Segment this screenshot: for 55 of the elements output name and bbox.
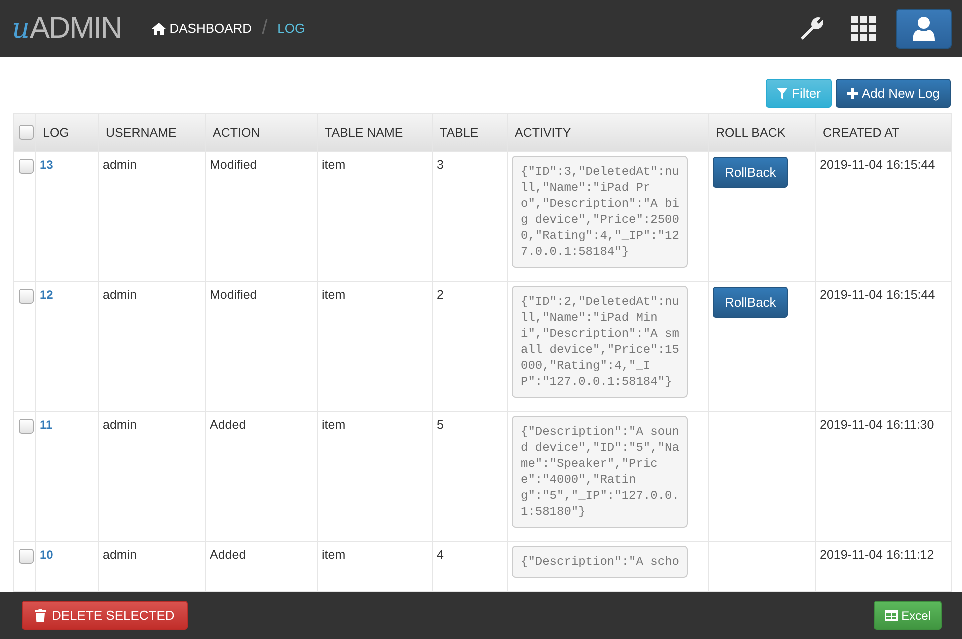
table-cell: 3 — [432, 152, 508, 282]
table-cell: item — [318, 282, 432, 412]
log-id-link[interactable]: 11 — [40, 418, 53, 432]
table-cell: 2019-11-04 16:15:44 — [816, 282, 952, 412]
activity-json: {"ID":3,"DeletedAt":null,"Name":"iPad Pro","Description":"A big device","Price":25000,"Rating":4,"_IP":"127.0.0.1:58184"} — [512, 156, 688, 268]
select-all-checkbox[interactable] — [19, 125, 34, 140]
breadcrumb-link[interactable]: LOG — [278, 21, 306, 36]
table-cell: item — [318, 412, 432, 542]
trash-icon — [35, 609, 46, 622]
column-header: CREATED AT — [816, 114, 952, 152]
row-checkbox[interactable] — [19, 549, 34, 564]
table-cell: admin — [98, 152, 206, 282]
table-cell: 2019-11-04 16:15:44 — [816, 152, 952, 282]
logo-mark: u — [12, 12, 30, 44]
table-cell: admin — [98, 412, 206, 542]
row-checkbox[interactable] — [19, 419, 34, 434]
table-icon — [884, 610, 898, 621]
log-id-link[interactable]: 12 — [40, 288, 54, 302]
rollback-button[interactable]: RollBack — [713, 157, 788, 188]
table-cell: item — [318, 152, 432, 282]
activity-json: {"ID":2,"DeletedAt":null,"Name":"iPad Mini","Description":"A small device","Price":15000,"Rating":4,"_IP":"127.0.0.1:58184"} — [512, 286, 688, 398]
column-header: LOG — [36, 114, 98, 152]
table-cell: 2 — [432, 282, 508, 412]
rollback-button[interactable]: RollBack — [713, 287, 788, 318]
activity-json: {"Description":"A sound device","ID":"5","Name":"Speaker","Price":"4000","Rating":"5","_IP":"127.0.0.1:58180"} — [512, 416, 688, 528]
table-cell: admin — [98, 282, 206, 412]
user-button[interactable] — [896, 8, 952, 48]
column-header: ACTION — [206, 114, 318, 152]
grid-icon[interactable] — [851, 16, 877, 42]
breadcrumb-link[interactable]: DASHBOARD — [152, 21, 252, 36]
table-cell: 5 — [432, 412, 508, 542]
row-checkbox[interactable] — [19, 289, 34, 304]
table-cell: Modified — [206, 282, 318, 412]
row-checkbox[interactable] — [19, 159, 34, 174]
column-header: TABLE — [432, 114, 508, 152]
logo-text: ADMIN — [30, 12, 122, 46]
excel-button[interactable]: Excel — [874, 601, 942, 630]
column-header: ROLL BACK — [708, 114, 816, 152]
wrench-icon[interactable] — [799, 16, 825, 42]
column-header: USERNAME — [98, 114, 206, 152]
add-button[interactable]: Add New Log — [836, 79, 951, 108]
filter-icon — [777, 88, 788, 100]
table-cell: Modified — [206, 152, 318, 282]
log-id-link[interactable]: 13 — [40, 158, 54, 172]
breadcrumb-separator: / — [262, 17, 268, 40]
delete-button[interactable]: DELETE SELECTED — [22, 601, 188, 630]
column-header: TABLE NAME — [318, 114, 432, 152]
user-icon — [912, 16, 936, 40]
log-id-link[interactable]: 10 — [40, 548, 54, 562]
home-icon — [152, 22, 166, 34]
table-cell: Added — [206, 412, 318, 542]
table-cell: 2019-11-04 16:11:30 — [816, 412, 952, 542]
plus-icon — [846, 88, 858, 99]
activity-json: {"Description":"A scho — [512, 546, 688, 578]
column-header: ACTIVITY — [508, 114, 708, 152]
